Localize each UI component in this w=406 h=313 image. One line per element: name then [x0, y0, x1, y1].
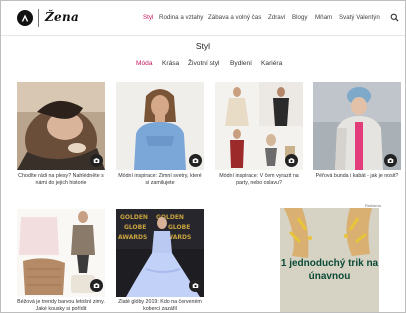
camera-icon [384, 154, 397, 167]
nav-item-mnam[interactable]: Mňam [315, 14, 332, 21]
nav-item-blogy[interactable]: Blogy [292, 14, 307, 21]
nav-item-valentyn[interactable]: Svatý Valentýn [339, 14, 380, 21]
tab-moda[interactable]: Móda [136, 60, 153, 67]
svg-text:GOLDEN: GOLDEN [120, 214, 148, 221]
article-caption[interactable]: Módní inspirace: V čem vyrazit na party,… [215, 173, 303, 187]
camera-icon [285, 154, 298, 167]
svg-text:GLOBE: GLOBE [124, 224, 146, 231]
site-logo-icon[interactable] [17, 10, 33, 26]
camera-icon [189, 279, 202, 292]
site-logo-text[interactable]: Žena [45, 10, 79, 24]
camera-icon [90, 154, 103, 167]
nav-item-zdravi[interactable]: Zdraví [268, 14, 286, 21]
camera-icon [90, 279, 103, 292]
ad-headline: 1 jednoduchý trik na únavnou [280, 258, 379, 282]
tab-bydleni[interactable]: Bydlení [230, 60, 252, 67]
nav-item-rodina[interactable]: Rodina a vztahy [159, 14, 203, 21]
article-caption[interactable]: Chodíte rádi na plesy? Nahlédněte s námi… [17, 173, 105, 187]
article-caption[interactable]: Péřová bunda i kabát - jak je nosit? [313, 173, 401, 180]
svg-text:GLOBE: GLOBE [168, 224, 190, 231]
advertisement[interactable]: 1 jednoduchý trik na únavnou [280, 208, 379, 312]
search-icon[interactable] [390, 13, 399, 22]
site-header: Žena Styl Rodina a vztahy Zábava a volný… [1, 1, 405, 36]
nav-item-styl[interactable]: Styl [143, 14, 153, 21]
tab-krasa[interactable]: Krása [162, 60, 179, 67]
tab-zivotni-styl[interactable]: Životní styl [188, 60, 220, 67]
nav-item-zabava[interactable]: Zábava a volný čas [208, 14, 261, 21]
section-title: Styl [195, 41, 211, 51]
page-frame: Žena Styl Rodina a vztahy Zábava a volný… [0, 0, 406, 313]
svg-text:AWARDS: AWARDS [118, 234, 147, 241]
camera-icon [189, 154, 202, 167]
article-caption[interactable]: Módní inspirace: Zimní svetry, které si … [116, 173, 204, 187]
logo-divider [38, 9, 39, 27]
article-caption[interactable]: Béžová je trendy barvou letošní zimy. Ja… [17, 299, 105, 312]
tab-kariera[interactable]: Kariéra [261, 60, 282, 67]
article-caption[interactable]: Zlaté glóby 2019: Kdo na červeném koberc… [116, 299, 204, 312]
